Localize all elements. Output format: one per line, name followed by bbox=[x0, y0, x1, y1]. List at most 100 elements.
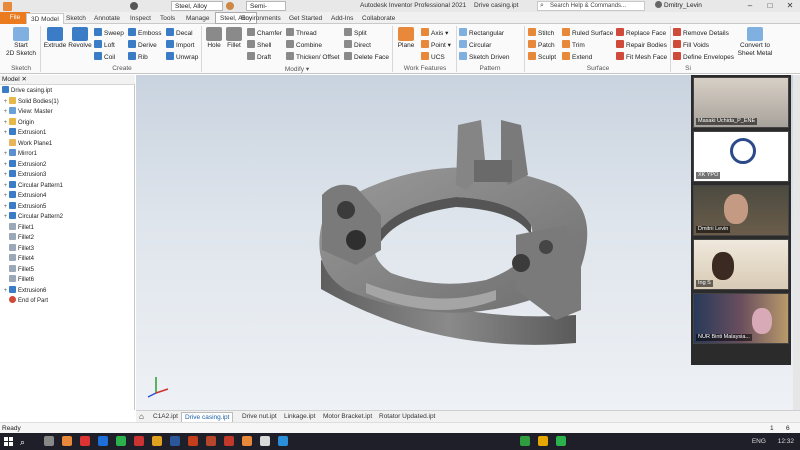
browser-node[interactable]: + Circular Pattern1 bbox=[2, 180, 63, 191]
remove-details-button[interactable]: Remove Details bbox=[673, 28, 729, 38]
tab-manage[interactable]: Manage bbox=[182, 13, 214, 24]
powerpoint-icon[interactable] bbox=[188, 436, 198, 446]
participant-tile[interactable]: Ing S bbox=[693, 239, 789, 290]
user-account[interactable]: Dmitry_Levin bbox=[655, 0, 702, 12]
ruled-surface-button[interactable]: Ruled Surface bbox=[562, 28, 613, 38]
extend-button[interactable]: Extend bbox=[562, 52, 592, 62]
sketch-driven-pattern-button[interactable]: Sketch Driven bbox=[459, 52, 509, 62]
home-icon[interactable]: ⌂ bbox=[139, 412, 144, 422]
import-button[interactable]: Import bbox=[166, 40, 194, 50]
patch-button[interactable]: Patch bbox=[528, 40, 555, 50]
expand-icon[interactable]: + bbox=[2, 181, 9, 191]
viewport-scrollbar[interactable] bbox=[793, 75, 800, 410]
tab-inspect[interactable]: Inspect bbox=[126, 13, 155, 24]
whatsapp-icon[interactable] bbox=[116, 436, 126, 446]
rib-button[interactable]: Rib bbox=[128, 52, 148, 62]
language-indicator[interactable]: ENG bbox=[752, 438, 766, 445]
browser-node[interactable]: + Extrusion1 bbox=[2, 128, 46, 138]
expand-icon[interactable]: + bbox=[2, 202, 9, 212]
taskbar-app-icon[interactable] bbox=[260, 436, 270, 446]
taskbar-search-icon[interactable]: ⌕ bbox=[20, 436, 32, 448]
browser-node[interactable]: Fillet3 bbox=[2, 243, 34, 254]
sweep-button[interactable]: Sweep bbox=[94, 28, 124, 38]
thicken-offset-button[interactable]: Thicken/ Offset bbox=[286, 52, 340, 62]
browser-node[interactable]: + Extrusion2 bbox=[2, 159, 46, 170]
zoom-icon[interactable] bbox=[98, 436, 108, 446]
expand-icon[interactable]: + bbox=[2, 191, 9, 201]
word-icon[interactable] bbox=[170, 436, 180, 446]
chamfer-button[interactable]: Chamfer bbox=[247, 28, 282, 38]
delete-face-button[interactable]: Delete Face bbox=[344, 52, 389, 62]
expand-icon[interactable]: + bbox=[2, 160, 9, 170]
firefox-icon[interactable] bbox=[62, 436, 72, 446]
taskbar-app-icon[interactable] bbox=[224, 436, 234, 446]
tab-environments[interactable]: Environments bbox=[237, 13, 285, 24]
repair-bodies-button[interactable]: Repair Bodies bbox=[616, 40, 667, 50]
browser-node[interactable]: + Mirror1 bbox=[2, 149, 37, 159]
tab-tools[interactable]: Tools bbox=[156, 13, 179, 24]
tab-sketch[interactable]: Sketch bbox=[62, 13, 90, 24]
appearance-select[interactable]: Semi-Polish bbox=[246, 1, 286, 20]
expand-icon[interactable]: + bbox=[2, 212, 9, 222]
revolve-button[interactable]: Revolve bbox=[68, 27, 92, 50]
trim-button[interactable]: Trim bbox=[562, 40, 585, 50]
browser-node[interactable]: + Origin bbox=[2, 117, 34, 128]
plane-button[interactable]: Plane bbox=[396, 27, 416, 50]
start-2d-sketch-button[interactable]: Start 2D Sketch bbox=[6, 27, 36, 58]
direct-button[interactable]: Direct bbox=[344, 40, 371, 50]
windows-start-icon[interactable] bbox=[4, 437, 13, 446]
browser-node[interactable]: + Circular Pattern2 bbox=[2, 212, 63, 222]
material-select[interactable]: Steel, Alloy bbox=[171, 1, 223, 11]
close-button[interactable]: ✕ bbox=[780, 0, 800, 12]
participant-tile[interactable]: XK YPO bbox=[693, 131, 789, 182]
combine-button[interactable]: Combine bbox=[286, 40, 322, 50]
tray-app-icon[interactable] bbox=[538, 436, 548, 446]
convert-to-sheet-metal-button[interactable]: Convert to Sheet Metal bbox=[735, 27, 775, 58]
replace-face-button[interactable]: Replace Face bbox=[616, 28, 666, 38]
coil-button[interactable]: Coil bbox=[94, 52, 115, 62]
search-input[interactable]: ⌕ Search Help & Commands... bbox=[537, 1, 645, 11]
browser-node[interactable]: Work Plane1 bbox=[2, 138, 52, 149]
hole-button[interactable]: Hole bbox=[204, 27, 224, 50]
doc-tab-drive-nut[interactable]: Drive nut.ipt bbox=[239, 412, 280, 422]
sculpt-button[interactable]: Sculpt bbox=[528, 52, 556, 62]
browser-node[interactable]: End of Part bbox=[2, 296, 48, 306]
tray-app-icon[interactable] bbox=[556, 436, 566, 446]
emboss-button[interactable]: Emboss bbox=[128, 28, 161, 38]
browser-node[interactable]: + Extrusion6 bbox=[2, 285, 46, 296]
browser-node[interactable]: + Solid Bodies(1) bbox=[2, 96, 59, 107]
stitch-button[interactable]: Stitch bbox=[528, 28, 554, 38]
taskbar-app-icon[interactable] bbox=[80, 436, 90, 446]
browser-node[interactable]: Fillet6 bbox=[2, 275, 34, 285]
doc-tab-rotator-updated[interactable]: Rotator Updated.ipt bbox=[376, 412, 438, 422]
participant-tile[interactable]: Dmitrii Levin bbox=[693, 185, 789, 236]
tray-app-icon[interactable] bbox=[520, 436, 530, 446]
expand-icon[interactable]: + bbox=[2, 149, 9, 159]
define-envelopes-button[interactable]: Define Envelopes bbox=[673, 52, 734, 62]
tab-get-started[interactable]: Get Started bbox=[285, 13, 326, 24]
app-logo-icon[interactable] bbox=[3, 1, 12, 11]
group-label-modify[interactable]: Modify ▾ bbox=[204, 65, 390, 73]
participant-tile[interactable]: NUR Binti Malaysia... bbox=[693, 293, 789, 344]
taskbar-app-icon[interactable] bbox=[206, 436, 216, 446]
file-explorer-icon[interactable] bbox=[152, 436, 162, 446]
tab-annotate[interactable]: Annotate bbox=[90, 13, 124, 24]
doc-tab-drive-casing[interactable]: Drive casing.ipt bbox=[181, 412, 234, 422]
thread-button[interactable]: Thread bbox=[286, 28, 317, 38]
inventor-icon[interactable] bbox=[242, 436, 252, 446]
decal-button[interactable]: Decal bbox=[166, 28, 193, 38]
minimize-button[interactable]: – bbox=[740, 0, 760, 12]
browser-node[interactable]: Fillet4 bbox=[2, 254, 34, 264]
browser-node[interactable]: Fillet2 bbox=[2, 233, 34, 243]
extrude-button[interactable]: Extrude bbox=[43, 27, 67, 50]
task-view-icon[interactable] bbox=[44, 436, 54, 446]
maximize-button[interactable]: □ bbox=[760, 0, 780, 12]
expand-icon[interactable]: + bbox=[2, 128, 9, 138]
ucs-button[interactable]: UCS bbox=[421, 52, 445, 62]
browser-node[interactable]: Drive casing.ipt bbox=[2, 86, 52, 96]
browser-node[interactable]: Fillet5 bbox=[2, 264, 34, 275]
loft-button[interactable]: Loft bbox=[94, 40, 115, 50]
browser-header[interactable]: Model ✕ bbox=[0, 75, 135, 85]
rectangular-pattern-button[interactable]: Rectangular bbox=[459, 28, 504, 38]
participant-tile[interactable]: Masaki Uchida_P_ENE bbox=[693, 77, 789, 128]
